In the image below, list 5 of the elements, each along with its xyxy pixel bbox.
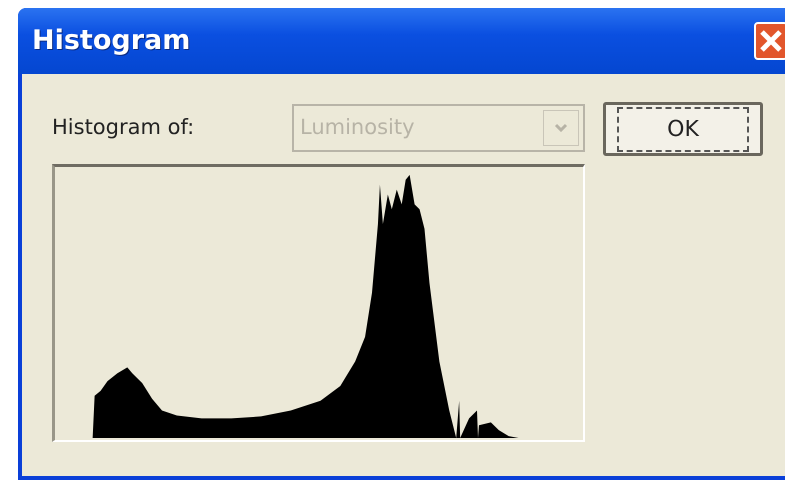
histogram-of-label: Histogram of: [52, 114, 194, 142]
ok-button[interactable]: OK [603, 102, 763, 156]
close-icon [759, 29, 783, 53]
window-title: Histogram [32, 24, 190, 58]
close-button[interactable] [754, 22, 785, 60]
